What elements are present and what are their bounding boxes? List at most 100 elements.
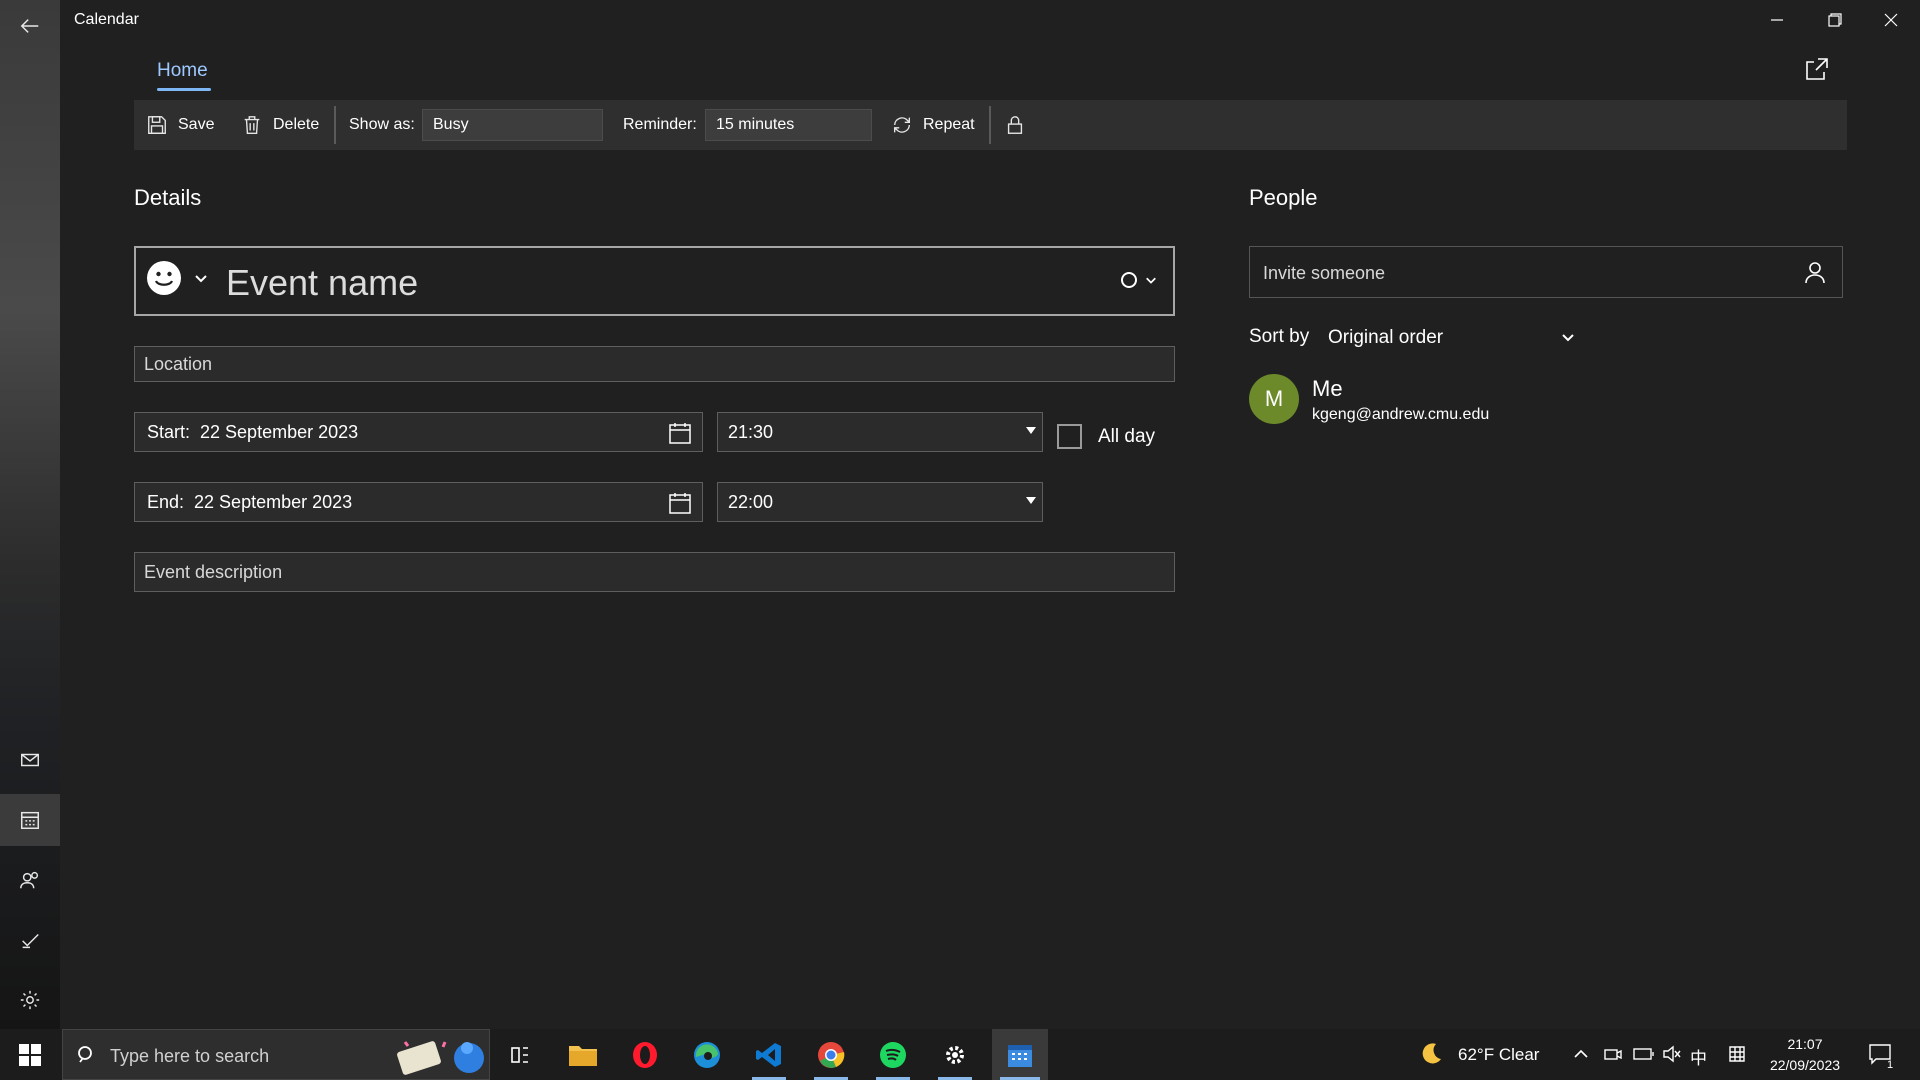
settings-app-button[interactable] bbox=[930, 1029, 980, 1080]
repeat-label: Repeat bbox=[923, 116, 975, 133]
calendar-icon bbox=[21, 811, 39, 829]
attendee-email: kgeng@andrew.cmu.edu bbox=[1312, 406, 1490, 423]
location-field[interactable]: Location bbox=[134, 346, 1175, 382]
chrome-button[interactable] bbox=[806, 1029, 856, 1080]
volume-muted-icon[interactable] bbox=[1662, 1045, 1682, 1063]
start-button[interactable] bbox=[0, 1029, 60, 1080]
event-name-placeholder: Event name bbox=[226, 262, 419, 303]
end-date-picker[interactable]: End: 22 September 2023 bbox=[134, 482, 703, 522]
chevron-down-icon[interactable] bbox=[1561, 330, 1575, 344]
back-button[interactable] bbox=[0, 0, 60, 52]
maximize-button[interactable] bbox=[1806, 0, 1864, 40]
opera-button[interactable] bbox=[620, 1029, 670, 1080]
toolbar-divider bbox=[334, 106, 336, 144]
smiley-icon bbox=[147, 261, 181, 295]
task-view-button[interactable] bbox=[495, 1029, 545, 1080]
calendar-icon bbox=[669, 423, 691, 444]
chevron-up-icon[interactable] bbox=[1573, 1047, 1589, 1061]
moon-icon bbox=[1422, 1043, 1441, 1064]
popout-button[interactable] bbox=[1804, 56, 1832, 84]
attendee-name: Me bbox=[1312, 376, 1343, 401]
edge-button[interactable] bbox=[682, 1029, 732, 1080]
popout-icon bbox=[1806, 58, 1828, 80]
chevron-down-icon bbox=[195, 275, 207, 283]
all-day-checkbox[interactable] bbox=[1057, 424, 1082, 449]
calendar-icon bbox=[669, 493, 691, 514]
show-as-dropdown[interactable]: Busy bbox=[422, 109, 603, 141]
edge-icon bbox=[694, 1041, 720, 1068]
taskbar: Type here to search 62°F Clear 中 21:07 2… bbox=[0, 1029, 1920, 1080]
event-color-dropdown[interactable] bbox=[1121, 272, 1157, 288]
ime-indicator[interactable]: 中 bbox=[1690, 1044, 1707, 1069]
close-icon bbox=[1884, 13, 1898, 27]
title-bar: Calendar bbox=[60, 0, 1920, 40]
person-icon[interactable] bbox=[1802, 259, 1828, 285]
invite-placeholder: Invite someone bbox=[1263, 263, 1386, 283]
search-icon bbox=[78, 1046, 92, 1063]
search-highlight-icon bbox=[397, 1041, 484, 1075]
folder-icon bbox=[569, 1045, 597, 1066]
settings-nav-button[interactable] bbox=[0, 974, 60, 1026]
private-button[interactable] bbox=[1004, 100, 1036, 150]
delete-button[interactable]: Delete bbox=[241, 100, 319, 150]
window-title: Calendar bbox=[74, 11, 139, 28]
checkmark-icon bbox=[22, 933, 39, 949]
start-time-value: 21:30 bbox=[728, 421, 774, 442]
chevron-down-icon bbox=[1146, 277, 1156, 284]
minimize-button[interactable] bbox=[1748, 0, 1806, 40]
end-time-value: 22:00 bbox=[728, 491, 774, 512]
windows-logo-icon bbox=[19, 1043, 41, 1066]
weather-text[interactable]: 62°F Clear bbox=[1458, 1045, 1539, 1065]
reminder-dropdown[interactable]: 15 minutes bbox=[705, 109, 872, 141]
calendar-icon bbox=[1008, 1044, 1032, 1067]
file-explorer-button[interactable] bbox=[558, 1029, 608, 1080]
start-date-picker[interactable]: Start: 22 September 2023 bbox=[134, 412, 703, 452]
minimize-icon bbox=[1771, 19, 1783, 21]
tab-home[interactable]: Home bbox=[157, 60, 208, 82]
circle-icon bbox=[1121, 272, 1137, 288]
calendar-app-button[interactable] bbox=[992, 1029, 1048, 1080]
clock-time: 21:07 bbox=[1787, 1036, 1823, 1052]
calendar-nav-button[interactable] bbox=[0, 794, 60, 846]
meet-now-icon[interactable] bbox=[1603, 1045, 1623, 1063]
avatar[interactable]: M bbox=[1249, 374, 1299, 424]
sort-by-label: Sort by bbox=[1249, 326, 1310, 347]
vscode-button[interactable] bbox=[744, 1029, 794, 1080]
save-icon bbox=[148, 116, 166, 134]
mail-nav-button[interactable] bbox=[0, 734, 60, 786]
gear-icon bbox=[20, 990, 40, 1010]
event-name-field[interactable]: Event name bbox=[134, 246, 1175, 316]
save-label: Save bbox=[178, 116, 215, 133]
people-nav-button[interactable] bbox=[0, 854, 60, 906]
spotify-icon bbox=[880, 1041, 906, 1068]
repeat-icon bbox=[893, 117, 911, 133]
mail-icon bbox=[21, 753, 39, 767]
taskbar-search-box[interactable]: Type here to search bbox=[62, 1029, 490, 1080]
emoji-picker-button[interactable] bbox=[146, 260, 208, 296]
toolbar: Save Delete Show as: Busy Reminder: 15 m… bbox=[134, 100, 1847, 150]
taskbar-clock[interactable]: 21:07 22/09/2023 bbox=[1760, 1034, 1850, 1076]
show-as-label: Show as: bbox=[349, 116, 415, 133]
spotify-button[interactable] bbox=[868, 1029, 918, 1080]
start-time-dropdown[interactable]: 21:30 bbox=[717, 412, 1043, 452]
todo-nav-button[interactable] bbox=[0, 914, 60, 966]
close-button[interactable] bbox=[1862, 0, 1920, 40]
task-view-icon bbox=[511, 1046, 528, 1063]
chrome-icon bbox=[818, 1041, 845, 1068]
start-label: Start: bbox=[147, 421, 191, 442]
reminder-label: Reminder: bbox=[623, 116, 697, 133]
keyboard-layout-icon[interactable] bbox=[1728, 1045, 1746, 1063]
start-date-value: 22 September 2023 bbox=[200, 421, 359, 442]
sort-order-dropdown[interactable]: Original order bbox=[1328, 327, 1443, 349]
details-heading: Details bbox=[134, 185, 202, 210]
all-day-label: All day bbox=[1098, 426, 1156, 447]
invite-someone-field[interactable]: Invite someone bbox=[1249, 246, 1843, 298]
end-time-dropdown[interactable]: 22:00 bbox=[717, 482, 1043, 522]
battery-icon[interactable] bbox=[1633, 1047, 1655, 1061]
end-date-value: 22 September 2023 bbox=[194, 491, 353, 512]
repeat-button[interactable]: Repeat bbox=[891, 100, 975, 150]
clock-date: 22/09/2023 bbox=[1769, 1057, 1841, 1073]
save-button[interactable]: Save bbox=[146, 100, 214, 150]
event-description-field[interactable]: Event description bbox=[134, 552, 1175, 592]
nav-rail bbox=[0, 0, 60, 1029]
